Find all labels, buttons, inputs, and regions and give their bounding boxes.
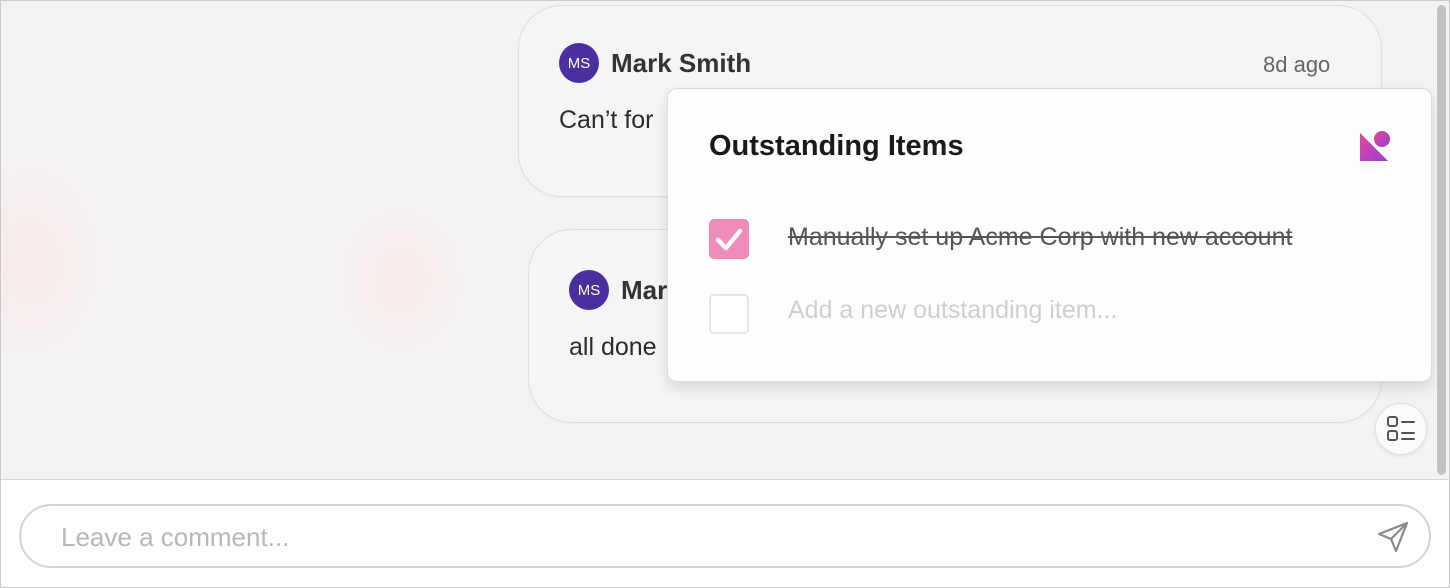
popover-title: Outstanding Items xyxy=(709,130,964,162)
outstanding-item-label[interactable]: Manually set up Acme Corp with new accou… xyxy=(788,223,1292,252)
comment-box xyxy=(19,504,1431,568)
comment-timestamp: 8d ago xyxy=(1263,52,1331,77)
comment-text: all done xyxy=(569,333,657,361)
comment-composer xyxy=(1,479,1449,587)
avatar: MS xyxy=(569,270,609,310)
checklist-toggle-button[interactable] xyxy=(1375,403,1427,455)
comments-panel: MS Mark Smith 8d ago Can’t for MS Mar al… xyxy=(0,0,1450,588)
avatar: MS xyxy=(559,43,599,83)
new-item-input[interactable] xyxy=(788,296,1388,325)
brand-logo-icon xyxy=(1360,131,1390,161)
comment-author: Mark Smith xyxy=(611,48,752,78)
comment-text: Can’t for xyxy=(559,106,654,134)
outstanding-item-checkbox[interactable] xyxy=(709,219,749,259)
outstanding-items-popover: Outstanding Items Manually set up Acme C… xyxy=(667,88,1432,382)
new-item-checkbox[interactable] xyxy=(709,294,749,334)
scrollbar[interactable] xyxy=(1437,5,1446,475)
comment-input[interactable] xyxy=(61,520,1341,554)
checkmark-icon xyxy=(715,228,743,251)
send-icon[interactable] xyxy=(1376,520,1410,554)
checklist-icon xyxy=(1387,416,1415,441)
comment-author: Mar xyxy=(621,275,668,305)
